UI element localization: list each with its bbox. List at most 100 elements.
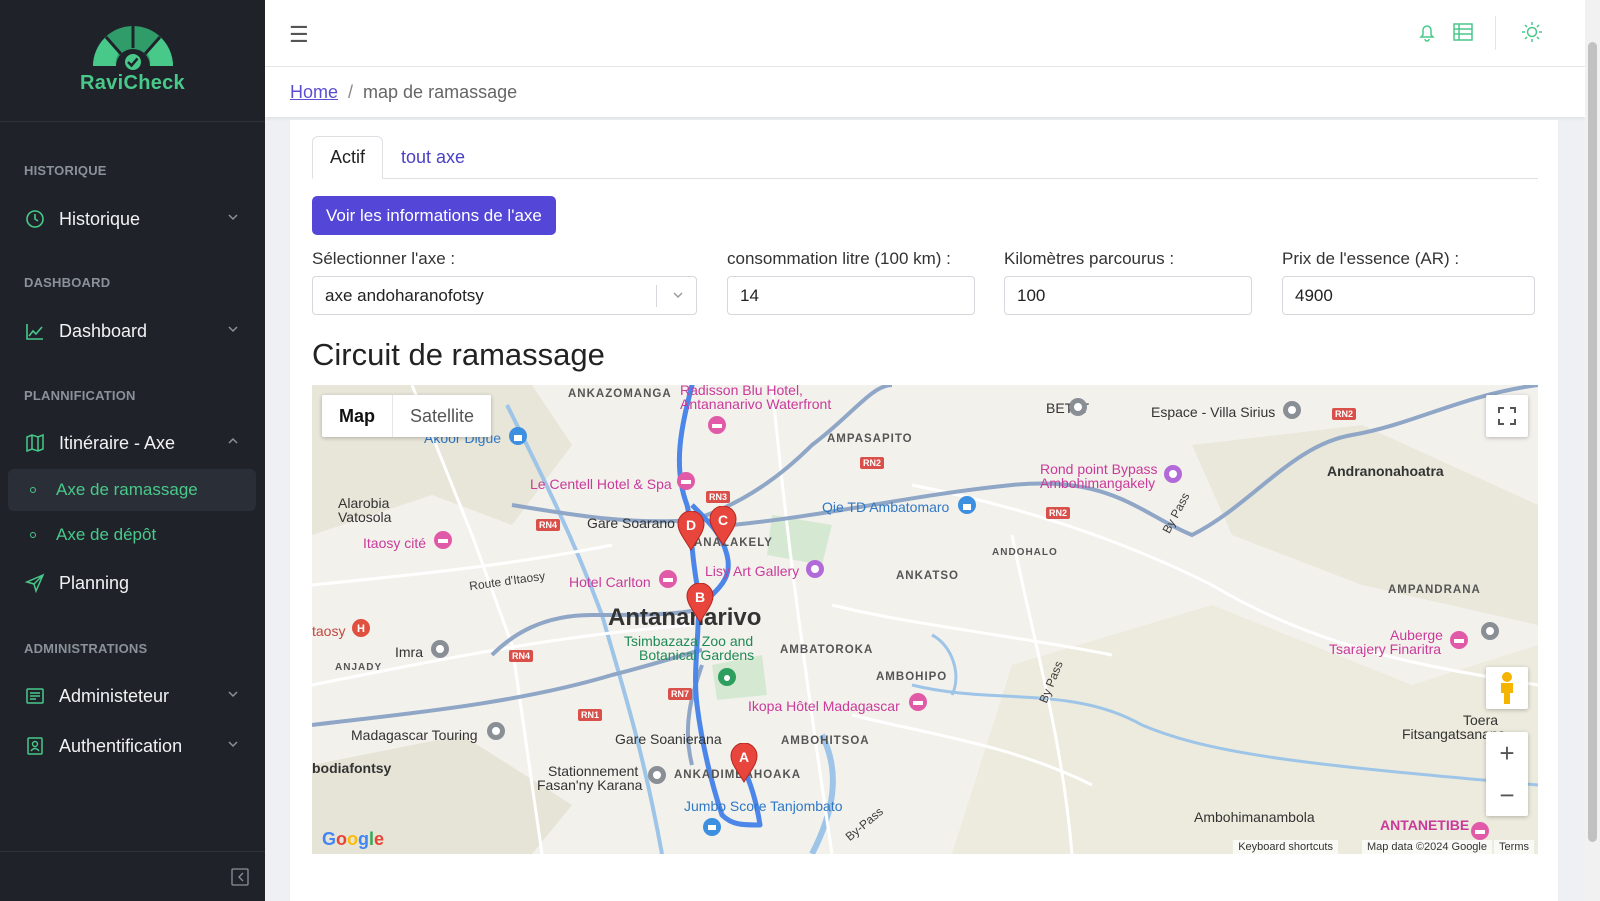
kilometres-input[interactable]: 100 (1004, 276, 1252, 315)
map-label: Qie TD Ambatomaro (822, 499, 950, 515)
sidebar-item-label: Dashboard (59, 320, 148, 341)
sidebar-item-administeteur[interactable]: Administeteur (0, 675, 265, 717)
sidebar-footer (0, 851, 265, 901)
divider (656, 285, 657, 307)
chevron-down-icon[interactable] (671, 288, 685, 302)
fullscreen-icon (1498, 407, 1516, 425)
hotel-pin-icon[interactable] (707, 415, 727, 435)
map-type-map-button[interactable]: Map (322, 395, 392, 437)
map-label: Le Centell Hotel & Spa (530, 476, 672, 492)
lock-pin-icon[interactable] (508, 426, 528, 446)
hospital-pin-icon[interactable]: H (351, 618, 371, 638)
map-label: Jumbo Score Tanjombato (684, 798, 843, 814)
prix-label: Prix de l'essence (AR) : (1282, 249, 1460, 268)
sun-icon[interactable] (1520, 20, 1544, 44)
hotel-pin-icon[interactable] (658, 569, 678, 589)
map-label: Tsarajery Finaritra (1329, 641, 1442, 657)
chart-line-icon (24, 320, 46, 342)
sidebar-item-authentification[interactable]: Authentification (0, 725, 265, 767)
map-label: ANJADY (335, 662, 383, 673)
marker-label: B (694, 589, 706, 605)
sidebar-item-historique[interactable]: Historique (0, 198, 265, 240)
menu-icon[interactable]: ☰ (289, 22, 309, 48)
road-badge: RN1 (578, 709, 603, 721)
shop-pin-icon[interactable] (702, 817, 722, 837)
place-pin-icon[interactable] (1068, 397, 1088, 417)
hotel-pin-icon[interactable] (908, 692, 928, 712)
sidebar-subitem-label: Axe de dépôt (56, 525, 157, 544)
hotel-pin-icon[interactable] (676, 471, 696, 491)
sidebar-item-dashboard[interactable]: Dashboard (0, 310, 265, 352)
map-label: bodiafontsy (312, 760, 392, 776)
map-label: Botanical Gardens (639, 647, 755, 663)
hotel-pin-icon[interactable] (1449, 630, 1469, 650)
road-badge: RN4 (509, 650, 534, 662)
google-map[interactable]: ANKAZOMANGA Radisson Blu Hotel, Antanana… (312, 385, 1538, 854)
map-type-control: Map Satellite (322, 395, 492, 437)
sidebar-item-label: Planning (59, 572, 130, 593)
list-icon (24, 685, 46, 707)
zoom-in-button[interactable]: + (1486, 732, 1528, 774)
hotel-pin-icon[interactable] (433, 530, 453, 550)
divider (1495, 16, 1496, 50)
place-pin-icon[interactable] (486, 721, 506, 741)
main-card: Actif tout axe Voir les informations de … (290, 120, 1558, 901)
bell-icon[interactable] (1415, 20, 1439, 44)
tab-tout-axe[interactable]: tout axe (384, 136, 482, 179)
google-logo: Google (322, 829, 385, 849)
app-name: RaviCheck (80, 72, 185, 94)
street-view-pegman[interactable] (1486, 667, 1528, 709)
map-label-city: Antananarivo (608, 604, 762, 631)
sidebar-subitem-label: Axe de ramassage (56, 480, 198, 499)
road-badge: RN3 (706, 491, 731, 503)
terms-link[interactable]: Terms (1494, 840, 1534, 854)
zoo-pin-icon[interactable] (717, 667, 737, 687)
map-label: Ambohimanambola (1194, 809, 1315, 825)
page-scrollbar[interactable] (1585, 0, 1600, 901)
table-icon[interactable] (1451, 20, 1475, 44)
zoom-out-button[interactable]: − (1486, 774, 1528, 816)
sidebar-subitem-axe-de-depot[interactable]: Axe de dépôt (8, 514, 256, 556)
route-marker-d[interactable]: D (677, 510, 705, 551)
logo[interactable]: RaviCheck (0, 0, 265, 122)
map-label: ANKAZOMANGA (568, 388, 672, 400)
gallery-pin-icon[interactable] (805, 559, 825, 579)
map-label: Espace - Villa Sirius (1151, 404, 1276, 420)
road-badge: RN2 (1332, 408, 1357, 420)
map-label: ANDOHALO (992, 547, 1058, 558)
section-title-plannification: PLANNIFICATION (24, 388, 136, 403)
sidebar-subitem-axe-de-ramassage[interactable]: Axe de ramassage (8, 469, 256, 511)
tab-actif[interactable]: Actif (312, 136, 384, 179)
fullscreen-button[interactable] (1486, 395, 1528, 437)
sidebar: RaviCheck HISTORIQUE Historique DASHBOAR… (0, 0, 265, 901)
map-type-satellite-button[interactable]: Satellite (392, 395, 491, 437)
lock-pin-icon[interactable] (957, 495, 977, 515)
sidebar-item-itineraire-axe[interactable]: Itinéraire - Axe (0, 422, 265, 464)
map-icon (24, 432, 46, 454)
place-pin-icon[interactable] (1282, 400, 1302, 420)
route-marker-b[interactable]: B (686, 582, 714, 623)
route-marker-a[interactable]: A (730, 742, 758, 783)
sidebar-item-label: Itinéraire - Axe (59, 432, 176, 453)
axe-select[interactable]: axe andoharanofotsy (312, 276, 697, 315)
section-title-administrations: ADMINISTRATIONS (24, 641, 148, 656)
collapse-sidebar-icon[interactable] (231, 868, 249, 886)
place-pin-icon[interactable] (647, 765, 667, 785)
keyboard-shortcuts-link[interactable]: Keyboard shortcuts (1233, 840, 1338, 854)
consommation-input[interactable]: 14 (727, 276, 975, 315)
place-pin-icon[interactable] (1163, 464, 1183, 484)
ravicheck-logo-icon (92, 26, 173, 70)
prix-input[interactable]: 4900 (1282, 276, 1535, 315)
route-marker-c[interactable]: C (709, 505, 737, 546)
scrollbar-thumb[interactable] (1588, 42, 1597, 842)
voir-informations-button[interactable]: Voir les informations de l'axe (312, 196, 556, 235)
hotel-pin-icon[interactable] (1470, 821, 1490, 841)
place-pin-icon[interactable] (430, 639, 450, 659)
marker-label: A (738, 749, 750, 765)
map-label: Hotel Carlton (569, 574, 651, 590)
place-pin-icon[interactable] (1480, 621, 1500, 641)
sidebar-item-planning[interactable]: Planning (0, 562, 265, 604)
breadcrumb-home-link[interactable]: Home (290, 82, 338, 103)
breadcrumb-separator: / (348, 81, 354, 102)
section-title-dashboard: DASHBOARD (24, 275, 111, 290)
